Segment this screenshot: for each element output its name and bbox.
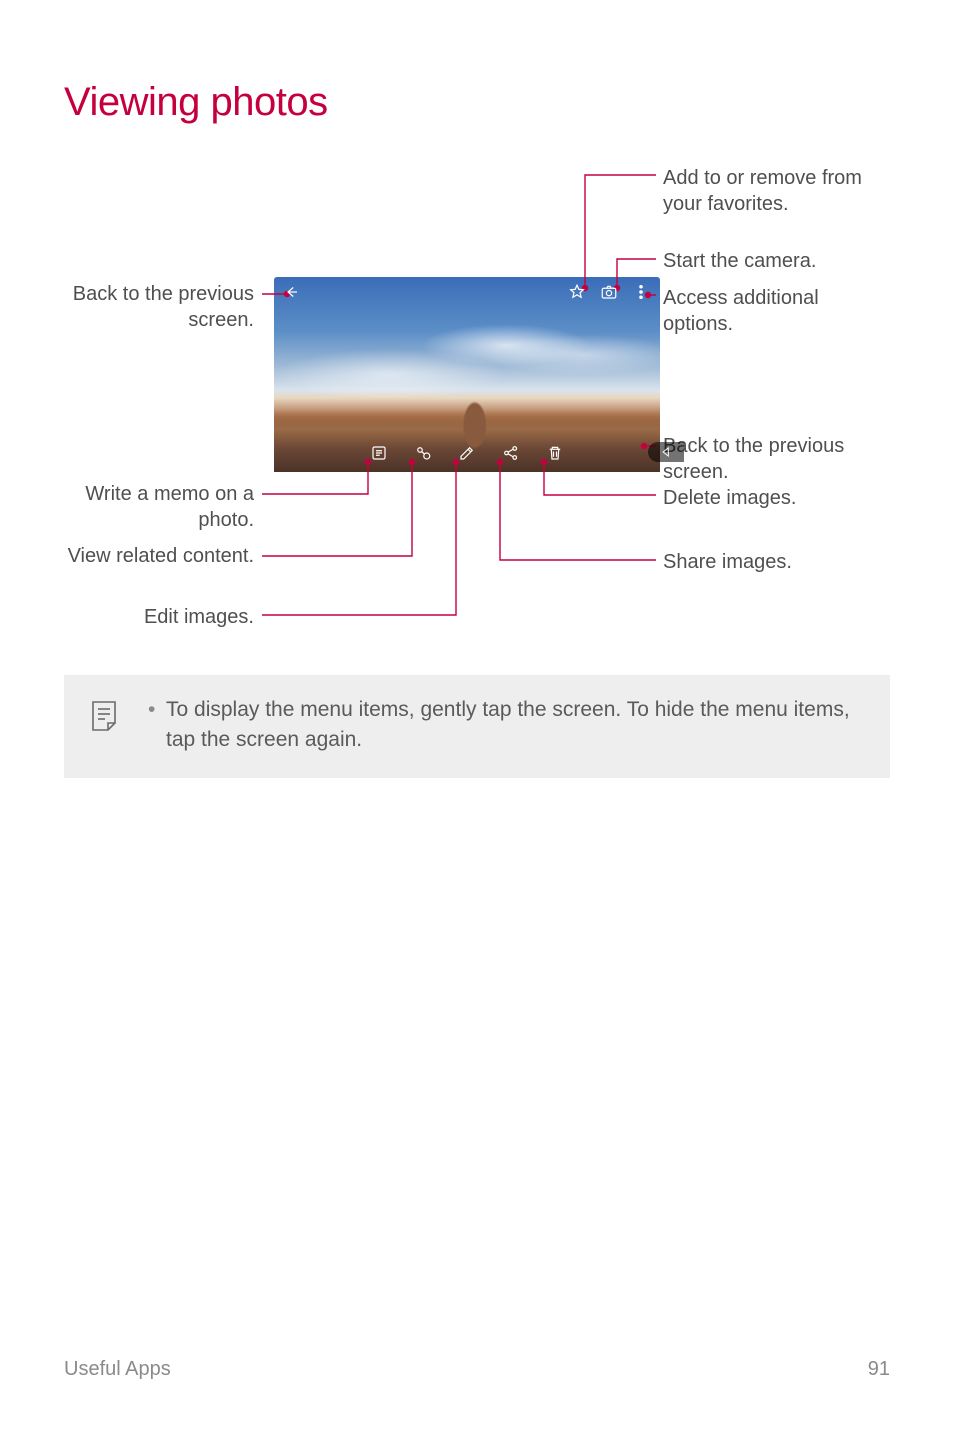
callout-delete: Delete images.	[663, 485, 883, 511]
footer-section: Useful Apps	[64, 1358, 171, 1381]
nav-back-pill	[648, 442, 684, 462]
callout-edit-images: Edit images.	[64, 604, 254, 630]
triangle-back-icon	[659, 445, 673, 459]
share-icon	[502, 444, 520, 462]
star-icon	[568, 283, 586, 301]
note-text: To display the menu items, gently tap th…	[148, 695, 866, 756]
callout-share: Share images.	[663, 549, 883, 575]
callout-start-camera: Start the camera.	[663, 248, 883, 274]
memo-icon	[370, 444, 388, 462]
callout-view-related: View related content.	[64, 543, 254, 569]
photo-viewer-diagram: ˄	[64, 155, 894, 645]
collapse-chevron-icon: ˄	[671, 283, 678, 297]
note-icon	[88, 699, 120, 733]
camera-icon	[600, 283, 618, 301]
callout-back-previous: Back to the previous screen.	[64, 281, 254, 333]
page-title: Viewing photos	[64, 80, 890, 125]
footer-page-number: 91	[868, 1358, 890, 1381]
callout-write-memo: Write a memo on a photo.	[64, 481, 254, 533]
note-block: To display the menu items, gently tap th…	[64, 675, 890, 778]
delete-trash-icon	[546, 444, 564, 462]
callout-back-previous-right: Back to the previous screen.	[663, 433, 883, 485]
back-arrow-icon	[282, 283, 300, 301]
photo-viewer-screenshot: ˄	[274, 277, 660, 472]
related-content-icon	[414, 444, 432, 462]
more-options-icon	[632, 283, 650, 301]
callout-access-options: Access additional options.	[663, 285, 883, 337]
callout-favorites: Add to or remove from your favorites.	[663, 165, 883, 217]
edit-pencil-icon	[458, 444, 476, 462]
